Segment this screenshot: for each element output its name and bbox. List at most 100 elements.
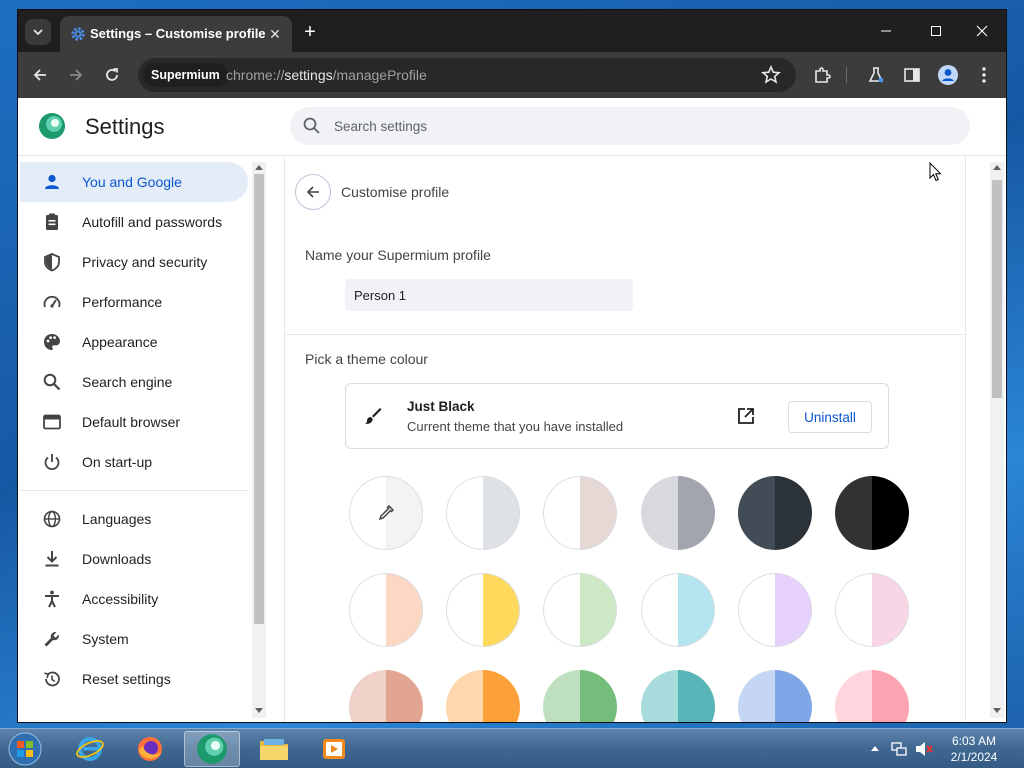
puzzle-icon <box>815 67 831 83</box>
back-button[interactable] <box>26 61 54 89</box>
bookmark-star-icon[interactable] <box>760 64 782 86</box>
theme-colour-swatch[interactable] <box>640 670 715 722</box>
volume-muted-icon[interactable] <box>914 740 934 758</box>
sidebar-item-downloads[interactable]: Downloads <box>20 539 248 579</box>
firefox-icon <box>138 737 162 761</box>
scroll-up-arrow[interactable] <box>255 165 263 170</box>
history-icon <box>44 671 60 687</box>
show-hidden-icons-icon[interactable] <box>870 744 880 752</box>
side-panel-icon <box>904 68 920 82</box>
close-icon <box>976 25 988 37</box>
folder-icon <box>260 739 288 760</box>
reload-button[interactable] <box>98 61 126 89</box>
tab-title: Settings – Customise profile <box>90 26 266 41</box>
new-tab-button[interactable]: + <box>298 20 322 44</box>
theme-colour-swatch[interactable] <box>737 573 812 647</box>
site-chip[interactable]: Supermium <box>143 63 228 87</box>
sidebar-item-label: Privacy and security <box>82 254 208 270</box>
theme-colour-swatch[interactable] <box>446 670 521 722</box>
menu-button[interactable] <box>972 63 996 87</box>
arrow-left-icon <box>306 186 319 198</box>
current-theme-card: Just Black Current theme that you have i… <box>345 383 889 449</box>
taskbar-supermium[interactable] <box>184 731 240 767</box>
theme-colour-label: Pick a theme colour <box>305 351 428 367</box>
taskbar-firefox[interactable] <box>122 731 178 767</box>
scroll-down-arrow[interactable] <box>993 708 1001 713</box>
sidebar-item-performance[interactable]: Performance <box>20 282 248 322</box>
maximize-button[interactable] <box>916 18 956 44</box>
theme-colour-swatch[interactable] <box>835 670 909 722</box>
page-title: Settings <box>85 114 165 139</box>
close-window-button[interactable] <box>962 18 1002 44</box>
taskbar-file-explorer[interactable] <box>246 731 302 767</box>
globe-icon <box>43 510 61 528</box>
sidebar-item-label: You and Google <box>82 174 182 190</box>
sidebar-item-accessibility[interactable]: Accessibility <box>20 579 248 619</box>
arrow-left-icon <box>33 69 46 81</box>
sidebar-item-you-and-google[interactable]: You and Google <box>20 162 248 202</box>
address-bar[interactable]: Supermium chrome://settings/manageProfil… <box>138 58 796 92</box>
extensions-button[interactable] <box>810 63 834 87</box>
sidebar-scrollbar[interactable] <box>252 162 266 718</box>
minimize-button[interactable] <box>866 18 906 44</box>
theme-colour-swatch[interactable] <box>640 476 715 550</box>
taskbar-clock[interactable]: 6:03 AM 2/1/2024 <box>938 733 1010 765</box>
minimize-icon <box>881 30 891 32</box>
scroll-down-arrow[interactable] <box>255 708 263 713</box>
theme-colour-swatch[interactable] <box>543 476 618 550</box>
sidebar-item-on-start-up[interactable]: On start-up <box>20 442 248 482</box>
sidebar-scroll-thumb[interactable] <box>254 174 264 624</box>
media-player-icon <box>323 739 345 759</box>
download-icon <box>45 551 59 567</box>
profile-name-input[interactable] <box>345 279 633 311</box>
chevron-down-icon <box>33 29 43 36</box>
forward-button[interactable] <box>62 61 90 89</box>
search-input[interactable] <box>334 116 934 136</box>
open-in-new-icon[interactable] <box>736 406 756 426</box>
theme-colour-swatch[interactable] <box>640 573 715 647</box>
theme-colour-swatch[interactable] <box>835 476 909 550</box>
main-scrollbar[interactable] <box>990 162 1004 718</box>
settings-header: Settings <box>18 98 1006 156</box>
theme-colour-swatch[interactable] <box>349 573 423 647</box>
sidebar-item-autofill-and-passwords[interactable]: Autofill and passwords <box>20 202 248 242</box>
accessibility-icon <box>45 590 59 608</box>
url-text: chrome://settings/manageProfile <box>226 67 427 83</box>
start-button-icon[interactable] <box>6 731 44 767</box>
theme-colour-swatch[interactable] <box>737 670 812 722</box>
sidebar-item-label: Reset settings <box>82 671 171 687</box>
clock-date: 2/1/2024 <box>950 750 998 764</box>
network-icon[interactable] <box>890 740 908 758</box>
taskbar-media-player[interactable] <box>306 731 362 767</box>
sidebar-item-system[interactable]: System <box>20 619 248 659</box>
tab-search-button[interactable] <box>25 19 51 45</box>
eyedropper-icon <box>378 504 395 521</box>
theme-colour-swatch[interactable] <box>835 573 909 647</box>
custom-colour-swatch[interactable] <box>349 476 423 550</box>
power-icon <box>44 454 60 471</box>
profile-button[interactable] <box>936 63 960 87</box>
sidebar-item-default-browser[interactable]: Default browser <box>20 402 248 442</box>
sidebar-item-search-engine[interactable]: Search engine <box>20 362 248 402</box>
main-scroll-thumb[interactable] <box>992 180 1002 398</box>
close-icon[interactable]: ✕ <box>264 23 286 45</box>
theme-colour-swatch[interactable] <box>543 573 618 647</box>
theme-colour-swatch[interactable] <box>737 476 812 550</box>
taskbar-internet-explorer[interactable] <box>62 731 118 767</box>
theme-colour-swatch[interactable] <box>446 573 521 647</box>
back-to-settings-button[interactable] <box>295 174 331 210</box>
theme-colour-swatch[interactable] <box>349 670 423 722</box>
settings-search[interactable] <box>290 107 970 145</box>
taskbar: 6:03 AM 2/1/2024 <box>0 728 1024 768</box>
theme-colour-swatch[interactable] <box>543 670 618 722</box>
uninstall-theme-button[interactable]: Uninstall <box>788 401 872 433</box>
theme-colour-swatch[interactable] <box>446 476 521 550</box>
tab-settings[interactable]: Settings – Customise profile ✕ <box>60 16 292 52</box>
sidebar-item-reset-settings[interactable]: Reset settings <box>20 659 248 699</box>
sidebar-item-appearance[interactable]: Appearance <box>20 322 248 362</box>
side-panel-button[interactable] <box>900 63 924 87</box>
sidebar-item-privacy-and-security[interactable]: Privacy and security <box>20 242 248 282</box>
scroll-up-arrow[interactable] <box>993 165 1001 170</box>
labs-button[interactable] <box>864 63 888 87</box>
sidebar-item-languages[interactable]: Languages <box>20 499 248 539</box>
